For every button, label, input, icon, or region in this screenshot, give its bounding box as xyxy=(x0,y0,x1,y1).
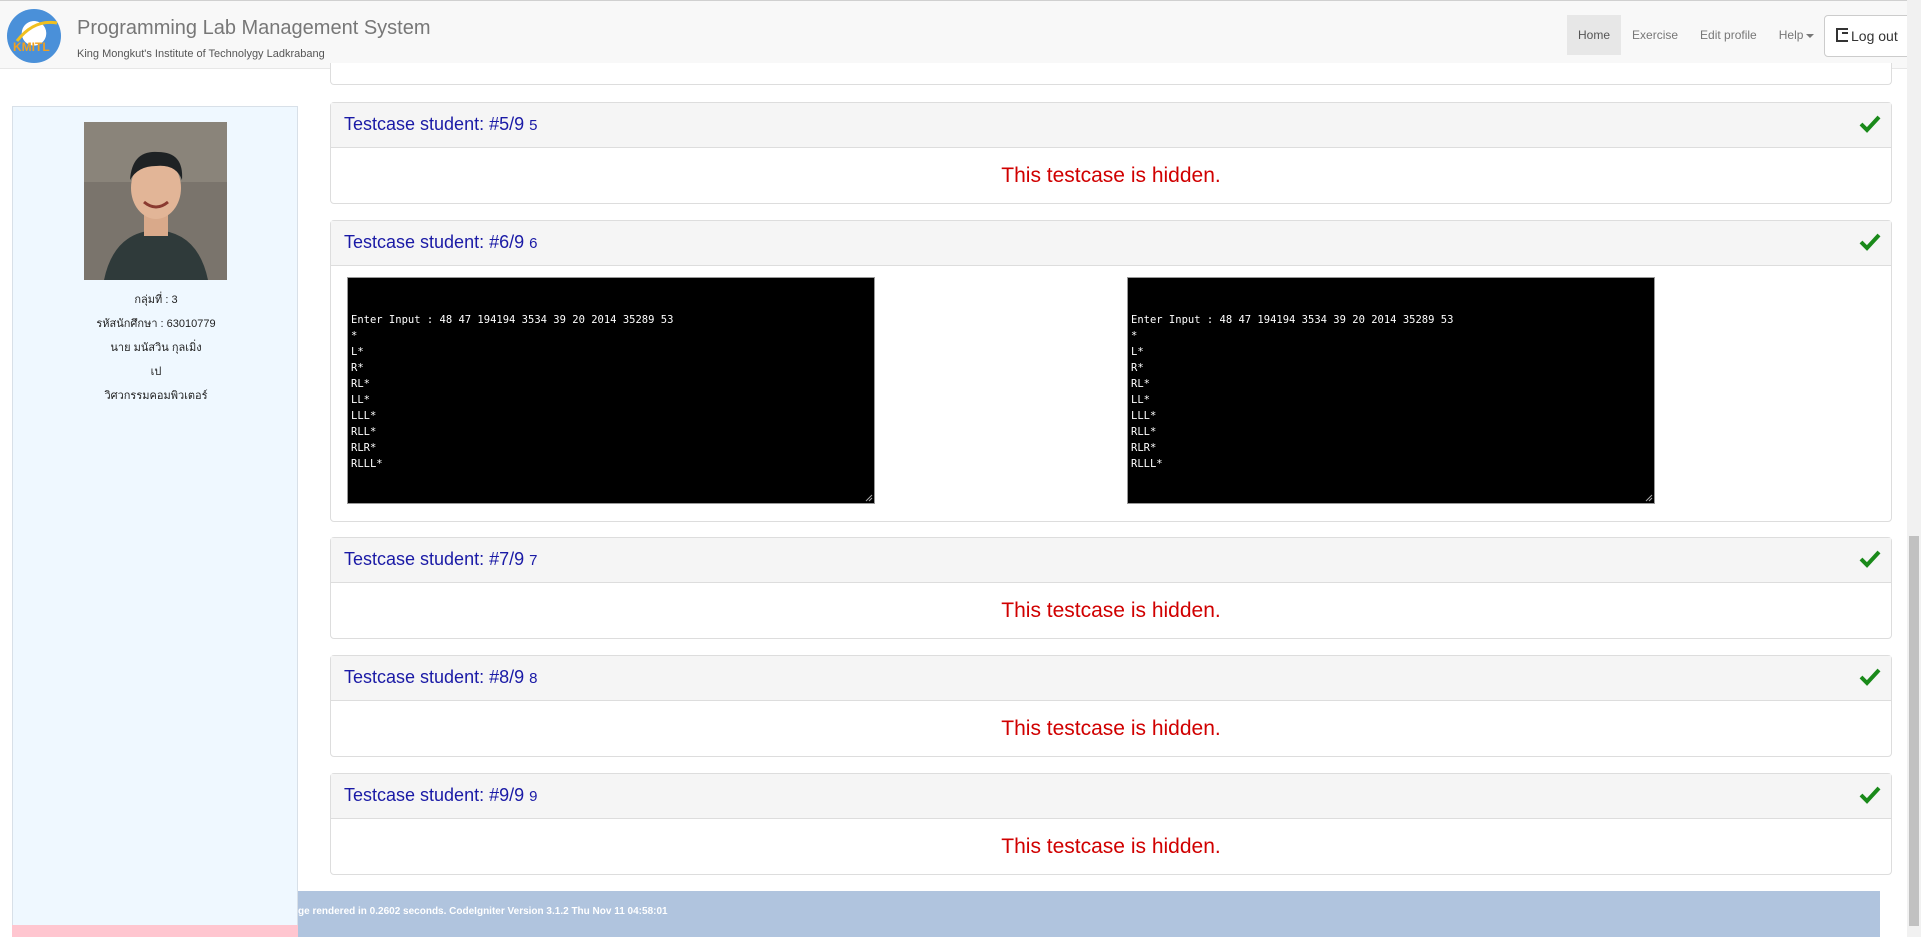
nav-home[interactable]: Home xyxy=(1567,15,1622,55)
output-line: RLLL* xyxy=(351,458,383,470)
check-icon xyxy=(1859,115,1881,133)
output-line: LL* xyxy=(351,394,370,406)
nav-help[interactable]: Help xyxy=(1768,15,1826,55)
output-line: RLR* xyxy=(351,442,377,454)
testcase-number: 8 xyxy=(529,670,538,687)
output-line: Enter Input : 48 47 194194 3534 39 20 20… xyxy=(1131,314,1454,326)
resize-handle-icon[interactable] xyxy=(865,494,873,502)
top-navbar: KMITL Programming Lab Management System … xyxy=(0,0,1914,69)
output-line: LLL* xyxy=(1131,410,1157,422)
check-icon xyxy=(1859,786,1881,804)
output-line: RL* xyxy=(1131,378,1150,390)
testcase-panel: Testcase student: #7/9 7 This testcase i… xyxy=(330,537,1892,639)
testcase-number: 9 xyxy=(529,788,538,805)
student-output-textarea[interactable]: Enter Input : 48 47 194194 3534 39 20 20… xyxy=(1127,277,1655,504)
output-line: RLR* xyxy=(1131,442,1157,454)
check-icon xyxy=(1859,233,1881,251)
check-icon xyxy=(1859,550,1881,568)
student-id: รหัสนักศึกษา : 63010779 xyxy=(96,318,216,330)
testcase-title: Testcase student: #6/9 6 xyxy=(344,232,537,253)
previous-testcase-panel xyxy=(330,63,1892,85)
footer-text: ge rendered in 0.2602 seconds. CodeIgnit… xyxy=(298,906,668,917)
expected-output-textarea[interactable]: Enter Input : 48 47 194194 3534 39 20 20… xyxy=(347,277,875,504)
output-line: RLLL* xyxy=(1131,458,1163,470)
output-line: R* xyxy=(1131,362,1144,374)
logout-button[interactable]: Log out xyxy=(1824,15,1914,57)
output-line: Enter Input : 48 47 194194 3534 39 20 20… xyxy=(351,314,674,326)
student-group: กลุ่มที่ : 3 xyxy=(134,294,178,306)
sidebar-bottom-bar xyxy=(12,925,298,937)
output-line: R* xyxy=(351,362,364,374)
testcase-title: Testcase student: #7/9 7 xyxy=(344,549,537,570)
testcase-title: Testcase student: #8/9 8 xyxy=(344,667,537,688)
hidden-message: This testcase is hidden. xyxy=(1001,164,1221,187)
check-icon xyxy=(1859,668,1881,686)
student-nickname: เป xyxy=(150,366,162,378)
app-subtitle: King Mongkut's Institute of Technolygy L… xyxy=(77,48,325,60)
testcase-header: Testcase student: #6/9 6 xyxy=(331,221,1891,266)
student-department: วิศวกรรมคอมพิวเตอร์ xyxy=(104,390,208,402)
testcase-title-text: Testcase student: #8/9 xyxy=(344,667,525,687)
nav-exercise[interactable]: Exercise xyxy=(1621,15,1689,55)
hidden-message: This testcase is hidden. xyxy=(1001,717,1221,740)
output-line: RLL* xyxy=(351,426,377,438)
output-line: RL* xyxy=(351,378,370,390)
caret-down-icon xyxy=(1806,33,1815,38)
output-line: L* xyxy=(351,346,364,358)
output-line: RLL* xyxy=(1131,426,1157,438)
output-line: LLL* xyxy=(351,410,377,422)
nav-edit-profile[interactable]: Edit profile xyxy=(1689,15,1768,55)
testcase-number: 7 xyxy=(529,552,538,569)
nav-help-label: Help xyxy=(1778,28,1804,42)
testcase-number: 6 xyxy=(529,235,538,252)
scrollbar-thumb[interactable] xyxy=(1909,536,1919,926)
testcase-title-text: Testcase student: #7/9 xyxy=(344,549,525,569)
testcase-title-text: Testcase student: #6/9 xyxy=(344,232,525,252)
page-footer: ge rendered in 0.2602 seconds. CodeIgnit… xyxy=(298,891,1880,937)
testcase-panel: Testcase student: #5/9 5 This testcase i… xyxy=(330,102,1892,204)
testcase-title: Testcase student: #5/9 5 xyxy=(344,114,537,135)
testcase-panel: Testcase student: #6/9 6 Enter Input : 4… xyxy=(330,220,1892,522)
testcase-panel: Testcase student: #8/9 8 This testcase i… xyxy=(330,655,1892,757)
testcase-title-text: Testcase student: #5/9 xyxy=(344,114,525,134)
app-title[interactable]: Programming Lab Management System xyxy=(77,17,431,40)
testcase-header: Testcase student: #7/9 7 xyxy=(331,538,1891,583)
testcase-title: Testcase student: #9/9 9 xyxy=(344,785,537,806)
logo-text: KMITL xyxy=(13,40,50,54)
testcase-header: Testcase student: #9/9 9 xyxy=(331,774,1891,819)
logout-label: Log out xyxy=(1851,28,1898,44)
output-line: LL* xyxy=(1131,394,1150,406)
testcase-panel: Testcase student: #9/9 9 This testcase i… xyxy=(330,773,1892,875)
testcase-title-text: Testcase student: #9/9 xyxy=(344,785,525,805)
hidden-message: This testcase is hidden. xyxy=(1001,835,1221,858)
hidden-message: This testcase is hidden. xyxy=(1001,599,1221,622)
output-line: * xyxy=(1131,330,1138,342)
logout-icon xyxy=(1836,28,1848,42)
testcase-header: Testcase student: #8/9 8 xyxy=(331,656,1891,701)
kmitl-logo[interactable]: KMITL xyxy=(7,9,61,63)
output-line: L* xyxy=(1131,346,1144,358)
resize-handle-icon[interactable] xyxy=(1645,494,1653,502)
student-name: นาย มนัสวิน กุลเมิ่ง xyxy=(110,342,202,354)
page-scrollbar[interactable] xyxy=(1907,0,1921,937)
testcase-header: Testcase student: #5/9 5 xyxy=(331,103,1891,148)
profile-sidebar: กลุ่มที่ : 3 รหัสนักศึกษา : 63010779 นาย… xyxy=(12,106,298,937)
main-nav: Home Exercise Edit profile Help xyxy=(1567,15,1825,55)
output-line: * xyxy=(351,330,358,342)
testcase-number: 5 xyxy=(529,117,538,134)
student-photo xyxy=(84,122,227,280)
